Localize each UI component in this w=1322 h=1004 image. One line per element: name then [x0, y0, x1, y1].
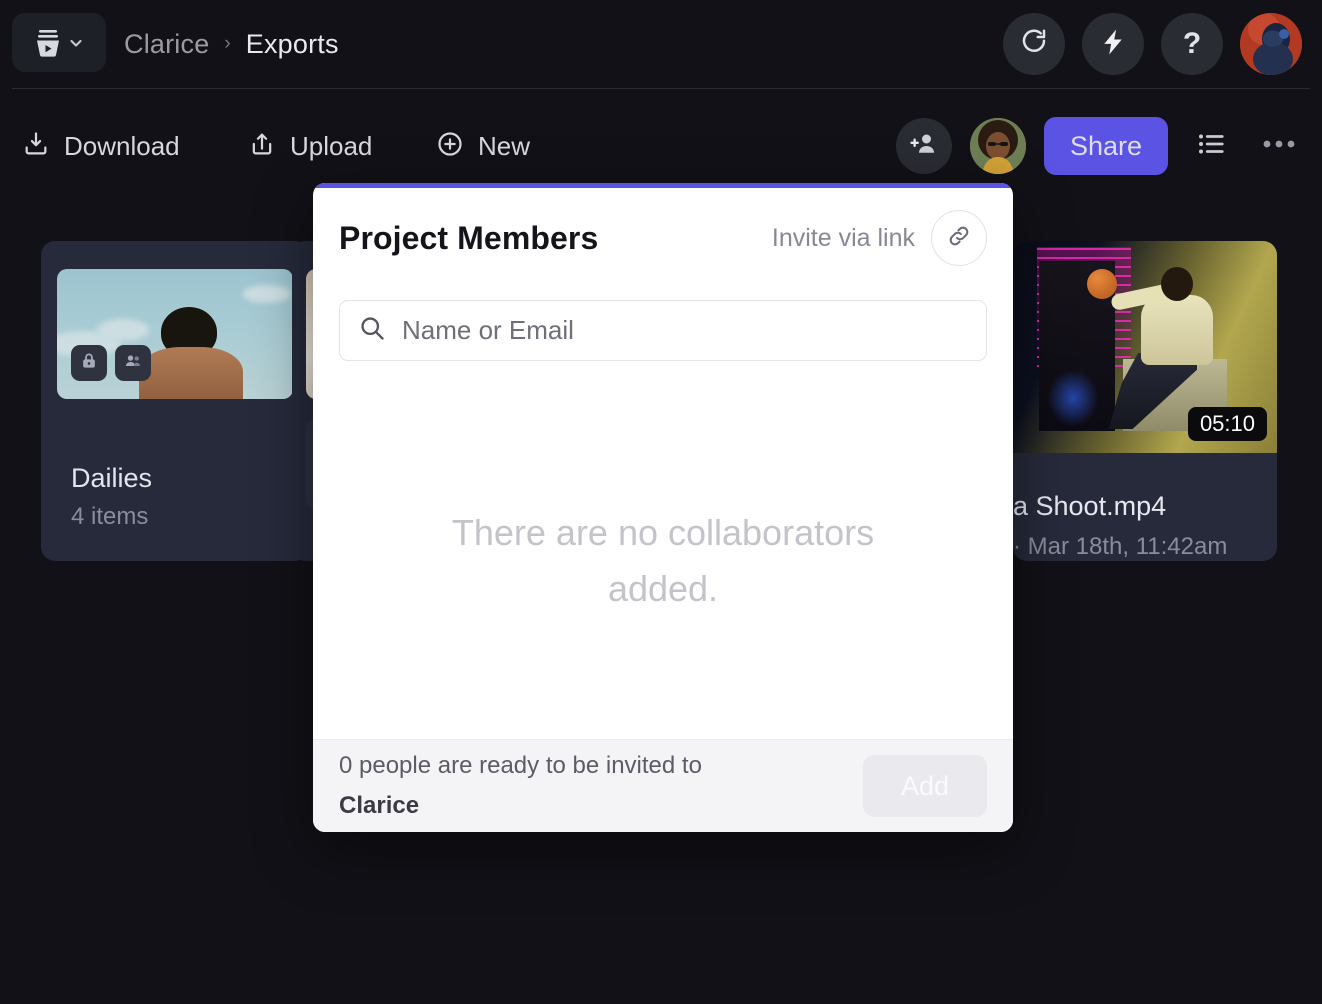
invite-via-link-button[interactable]: Invite via link: [772, 224, 915, 253]
breadcrumb: Clarice › Exports: [124, 0, 339, 88]
action-toolbar: Download Upload New: [0, 100, 1322, 192]
app-root: Clarice › Exports: [0, 0, 1322, 1004]
invite-summary: 0 people are ready to be invited to Clar…: [339, 746, 702, 825]
list-view-button[interactable]: [1186, 121, 1236, 171]
breadcrumb-root[interactable]: Clarice: [124, 29, 209, 60]
invite-project-name: Clarice: [339, 786, 702, 826]
modal-header: Project Members Invite via link: [313, 188, 1013, 288]
search-input[interactable]: [402, 315, 968, 346]
people-badge: [115, 345, 151, 381]
empty-state-message: There are no collaborators added.: [428, 505, 898, 617]
download-icon: [22, 130, 50, 163]
list-view-icon: [1196, 129, 1226, 164]
new-label: New: [478, 131, 530, 162]
download-button[interactable]: Download: [22, 100, 180, 192]
user-avatar[interactable]: [1240, 13, 1302, 75]
add-person-icon: [909, 129, 939, 164]
breadcrumb-current[interactable]: Exports: [246, 29, 339, 60]
breadcrumb-separator: ›: [224, 33, 230, 55]
video-file-name: a Shoot.mp4: [1013, 491, 1277, 522]
lock-badge: [71, 345, 107, 381]
folder-thumbnail: [57, 269, 293, 399]
add-person-button[interactable]: [896, 118, 952, 174]
more-horizontal-icon: [1263, 137, 1295, 155]
upload-icon: [248, 130, 276, 163]
video-file-meta: · Mar 18th, 11:42am: [1013, 533, 1277, 561]
folder-card-dailies[interactable]: Dailies 4 items: [41, 241, 309, 561]
card-title: Dailies: [71, 463, 152, 494]
top-bar: Clarice › Exports: [0, 0, 1322, 88]
member-avatar-image: [970, 161, 1026, 174]
share-button[interactable]: Share: [1044, 117, 1168, 175]
lightning-bolt-icon: [1098, 27, 1128, 62]
upload-button[interactable]: Upload: [248, 100, 372, 192]
question-mark-icon: ?: [1183, 29, 1201, 59]
refresh-icon: [1019, 27, 1049, 62]
chevron-down-icon: [68, 35, 84, 51]
basketball: [1087, 269, 1117, 299]
app-logo-button[interactable]: [12, 13, 106, 72]
invite-count-text: 0 people are ready to be invited to: [339, 746, 702, 786]
modal-title: Project Members: [339, 220, 598, 257]
download-label: Download: [64, 131, 180, 162]
video-card[interactable]: 05:10 a Shoot.mp4 · Mar 18th, 11:42am: [1013, 241, 1277, 561]
top-bar-divider: [12, 88, 1310, 89]
member-search-field[interactable]: [339, 300, 987, 361]
top-bar-actions: ?: [1003, 0, 1302, 88]
share-button-label: Share: [1070, 131, 1142, 162]
member-avatar[interactable]: [970, 118, 1026, 174]
more-options-button[interactable]: [1254, 121, 1304, 171]
folder-badges: [71, 345, 151, 381]
help-button[interactable]: ?: [1161, 13, 1223, 75]
new-button[interactable]: New: [436, 100, 530, 192]
bolt-button[interactable]: [1082, 13, 1144, 75]
avatar-image: [1240, 13, 1302, 75]
empty-state: There are no collaborators added.: [313, 388, 1013, 733]
video-thumbnail: 05:10: [1013, 241, 1277, 453]
add-button-label: Add: [901, 771, 949, 802]
project-members-modal: Project Members Invite via link: [313, 183, 1013, 832]
duration-label: 05:10: [1200, 411, 1255, 437]
modal-header-actions: Invite via link: [772, 210, 987, 266]
plus-circle-icon: [436, 130, 464, 163]
add-button[interactable]: Add: [863, 755, 987, 817]
link-icon: [946, 223, 972, 254]
search-icon: [358, 314, 386, 347]
copy-link-button[interactable]: [931, 210, 987, 266]
modal-footer: 0 people are ready to be invited to Clar…: [313, 739, 1013, 832]
toolbar-right-actions: Share: [896, 100, 1304, 192]
upload-label: Upload: [290, 131, 372, 162]
app-logo-icon: [34, 28, 62, 58]
people-icon: [123, 351, 143, 376]
card-subtitle: 4 items: [71, 503, 148, 531]
refresh-button[interactable]: [1003, 13, 1065, 75]
duration-badge: 05:10: [1188, 407, 1267, 441]
lock-icon: [79, 351, 99, 376]
